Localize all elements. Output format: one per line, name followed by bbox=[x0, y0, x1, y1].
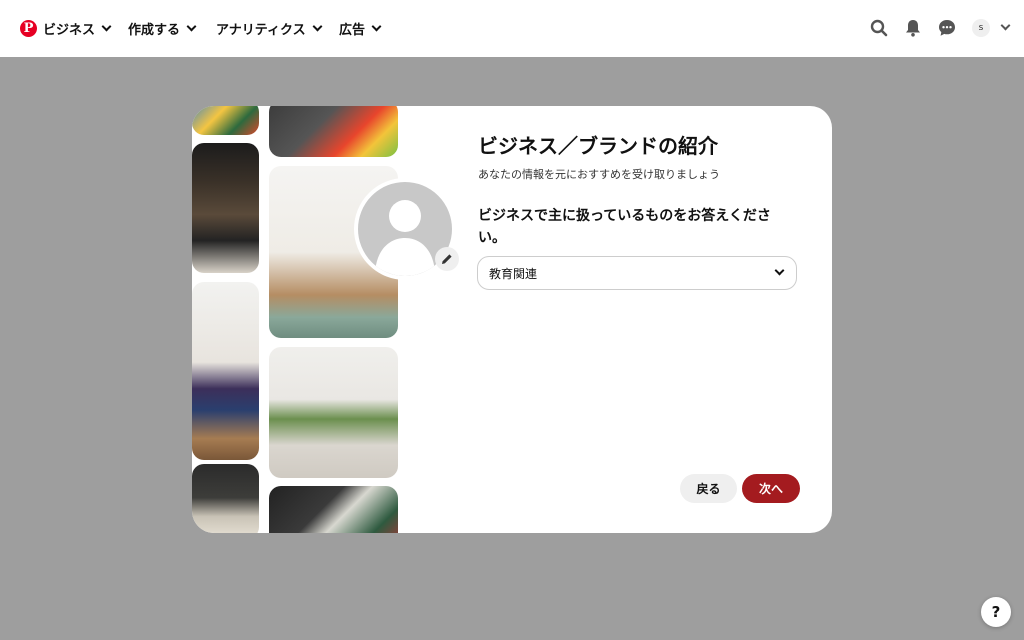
account-menu-chevron-icon[interactable] bbox=[1000, 20, 1011, 31]
school-supplies-image bbox=[269, 106, 398, 157]
ads-menu[interactable]: 広告 bbox=[339, 0, 382, 57]
back-button[interactable]: 戻る bbox=[680, 474, 737, 503]
selected-category-value: 教育関連 bbox=[489, 266, 538, 281]
next-button[interactable]: 次へ bbox=[742, 474, 800, 503]
ads-menu-label: 広告 bbox=[339, 23, 366, 38]
chevron-down-icon bbox=[101, 21, 112, 32]
business-category-select[interactable]: 教育関連 bbox=[477, 256, 797, 290]
pinterest-logo-icon: P bbox=[20, 20, 37, 37]
business-menu-label: ビジネス bbox=[43, 23, 96, 38]
chevron-down-icon bbox=[774, 265, 785, 276]
business-intro-modal: ビジネス／ブランドの紹介 あなたの情報を元におすすめを受け取りましょう ビジネス… bbox=[192, 106, 832, 533]
notebooks-image bbox=[269, 486, 398, 533]
chevron-down-icon bbox=[371, 21, 382, 32]
chevron-down-icon bbox=[312, 21, 323, 32]
business-category-question: ビジネスで主に扱っているものをお答えください。 bbox=[478, 208, 771, 246]
messages-icon[interactable] bbox=[937, 18, 957, 38]
edit-photo-button[interactable] bbox=[435, 247, 459, 271]
create-menu-label: 作成する bbox=[128, 23, 181, 38]
child-playing-image bbox=[192, 282, 259, 460]
pencil-icon bbox=[442, 254, 452, 264]
business-menu[interactable]: P ビジネス bbox=[20, 0, 112, 57]
top-nav-bar: P ビジネス 作成する アナリティクス 広告 s bbox=[0, 0, 1024, 57]
bookshelf-image bbox=[192, 143, 259, 273]
modal-subtitle: あなたの情報を元におすすめを受け取りましょう bbox=[478, 168, 720, 181]
analytics-menu-label: アナリティクス bbox=[216, 23, 306, 38]
plant-and-books-image bbox=[269, 347, 398, 478]
search-icon[interactable] bbox=[869, 18, 889, 38]
modal-title: ビジネス／ブランドの紹介 bbox=[478, 134, 718, 158]
classroom-supplies-image bbox=[192, 106, 259, 135]
create-menu[interactable]: 作成する bbox=[128, 0, 197, 57]
chevron-down-icon bbox=[186, 21, 197, 32]
account-avatar[interactable]: s bbox=[972, 19, 990, 37]
chalkboard-room-image bbox=[192, 464, 259, 533]
notifications-bell-icon[interactable] bbox=[903, 18, 923, 38]
analytics-menu[interactable]: アナリティクス bbox=[216, 0, 323, 57]
help-button[interactable]: ? bbox=[981, 597, 1011, 627]
